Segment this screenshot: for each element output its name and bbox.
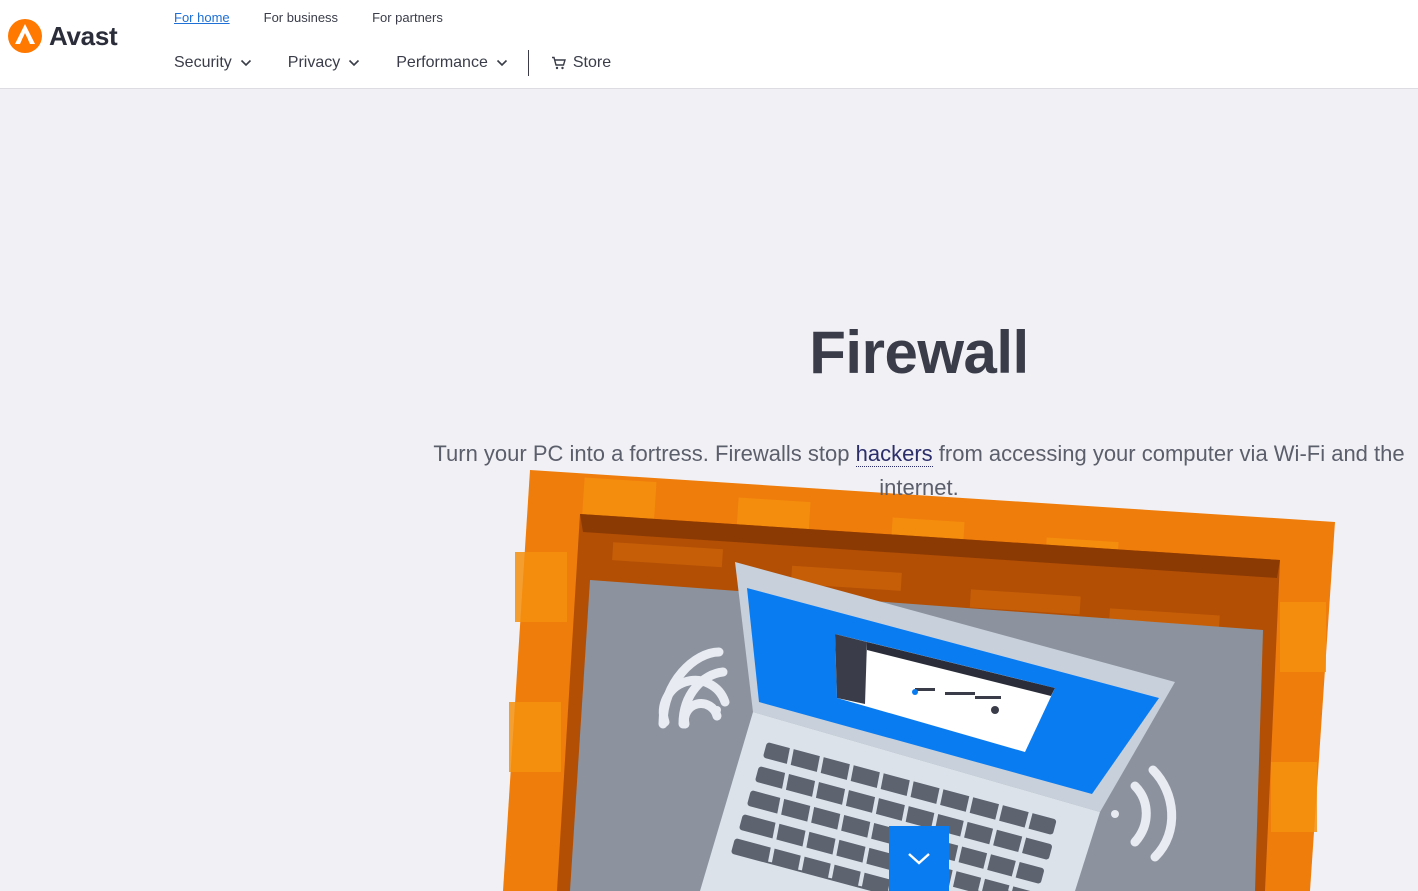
avast-logo-icon bbox=[8, 19, 42, 53]
scroll-down-button[interactable] bbox=[889, 826, 949, 891]
hero-subtitle-end: from accessing your computer via Wi-Fi a… bbox=[879, 441, 1405, 500]
main-nav: Security Privacy Performance Store bbox=[174, 50, 611, 76]
brand-name: Avast bbox=[49, 20, 118, 51]
nav-for-business[interactable]: For business bbox=[264, 10, 338, 25]
avast-logo[interactable]: Avast bbox=[7, 18, 118, 54]
chevron-down-icon bbox=[349, 59, 360, 67]
nav-divider bbox=[527, 50, 529, 76]
chevron-down-icon bbox=[496, 59, 507, 67]
nav-security-label: Security bbox=[174, 54, 232, 71]
chevron-down-icon bbox=[908, 852, 930, 865]
chevron-down-icon bbox=[240, 59, 251, 67]
nav-for-home[interactable]: For home bbox=[174, 10, 230, 25]
nav-security[interactable]: Security bbox=[174, 54, 252, 72]
hackers-link[interactable]: hackers bbox=[855, 441, 933, 467]
site-header: Avast For home For business For partners… bbox=[0, 0, 1418, 89]
nav-for-partners[interactable]: For partners bbox=[372, 10, 443, 25]
nav-performance-label: Performance bbox=[396, 54, 488, 71]
hero-subtitle: Turn your PC into a fortress. Firewalls … bbox=[420, 437, 1418, 505]
audience-nav: For home For business For partners bbox=[174, 10, 443, 25]
page-title: Firewall bbox=[809, 319, 1029, 386]
cart-icon bbox=[551, 56, 566, 70]
nav-privacy[interactable]: Privacy bbox=[288, 54, 360, 72]
nav-store[interactable]: Store bbox=[551, 54, 611, 72]
nav-privacy-label: Privacy bbox=[287, 54, 341, 71]
hero-subtitle-start: Turn your PC into a fortress. Firewalls … bbox=[433, 441, 856, 466]
nav-store-label: Store bbox=[572, 54, 612, 71]
nav-performance[interactable]: Performance bbox=[396, 54, 508, 72]
